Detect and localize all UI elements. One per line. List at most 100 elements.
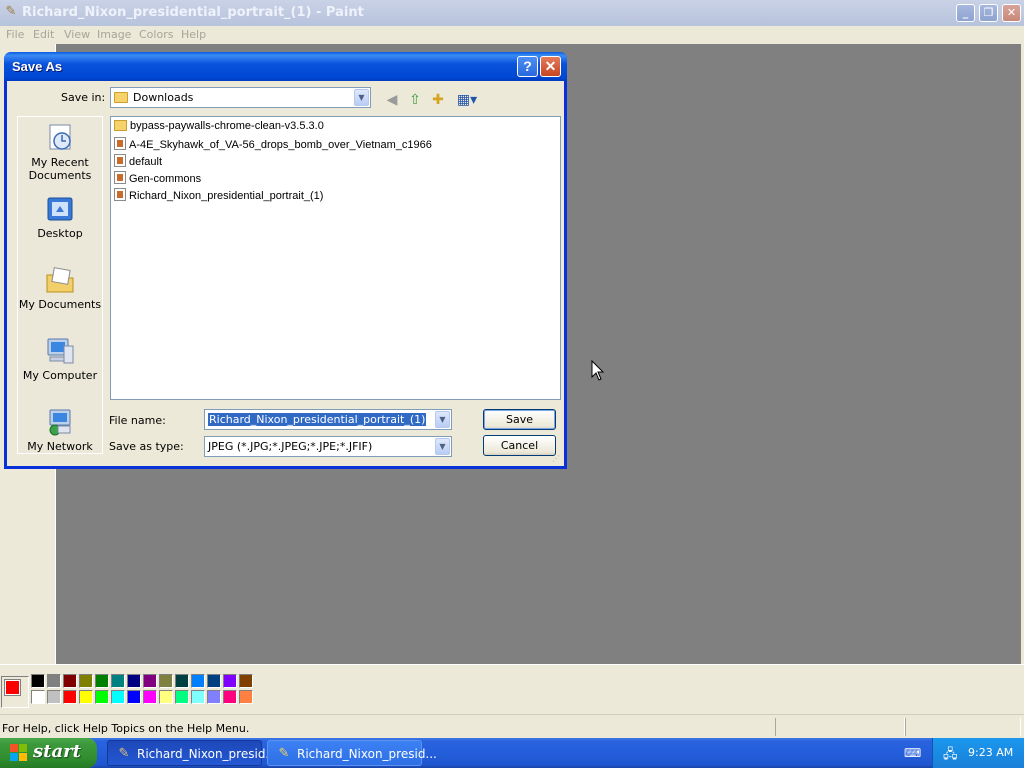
- chevron-down-icon[interactable]: ▼: [435, 411, 450, 428]
- restore-button[interactable]: ❐: [979, 4, 998, 22]
- menu-colors[interactable]: Colors: [139, 28, 173, 41]
- mouse-cursor-icon: [591, 360, 605, 381]
- color-swatch[interactable]: [63, 690, 77, 704]
- taskbar: start ✎ Richard_Nixon_presid... ✎ Richar…: [0, 738, 1024, 768]
- image-file-icon: [114, 154, 126, 167]
- color-swatch[interactable]: [111, 690, 125, 704]
- new-folder-icon[interactable]: ✚: [428, 90, 448, 110]
- menu-file[interactable]: File: [6, 28, 24, 41]
- file-name: bypass-paywalls-chrome-clean-v3.5.3.0: [130, 120, 324, 132]
- place-desktop[interactable]: Desktop: [18, 194, 102, 240]
- save-as-type-select[interactable]: JPEG (*.JPG;*.JPEG;*.JPE;*.JFIF) ▼: [204, 436, 452, 457]
- color-swatch[interactable]: [31, 674, 45, 688]
- save-as-type-value: JPEG (*.JPG;*.JPEG;*.JPE;*.JFIF): [208, 440, 373, 453]
- color-swatch[interactable]: [239, 690, 253, 704]
- save-in-label: Save in:: [61, 91, 106, 104]
- file-name-input[interactable]: Richard_Nixon_presidential_portrait_(1) …: [204, 409, 452, 430]
- dialog-titlebar[interactable]: Save As ? ✕: [4, 52, 567, 81]
- place-my-computer[interactable]: My Computer: [18, 336, 102, 382]
- menu-view[interactable]: View: [64, 28, 90, 41]
- foreground-color-swatch: [4, 679, 21, 696]
- color-swatch[interactable]: [191, 690, 205, 704]
- clock[interactable]: 9:23 AM: [968, 746, 1013, 759]
- color-swatch[interactable]: [143, 674, 157, 688]
- color-swatch[interactable]: [31, 690, 45, 704]
- place-label: Desktop: [37, 227, 83, 240]
- color-swatch[interactable]: [79, 690, 93, 704]
- color-swatch[interactable]: [111, 674, 125, 688]
- color-swatch[interactable]: [175, 690, 189, 704]
- file-name: A-4E_Skyhawk_of_VA-56_drops_bomb_over_Vi…: [129, 139, 432, 151]
- color-palette: [0, 664, 1024, 714]
- start-label: start: [33, 741, 81, 762]
- chevron-down-icon[interactable]: ▼: [435, 438, 450, 455]
- status-cell-position: [775, 718, 905, 736]
- paint-app-icon: ✎: [5, 4, 17, 19]
- list-item[interactable]: A-4E_Skyhawk_of_VA-56_drops_bomb_over_Vi…: [114, 137, 432, 152]
- color-swatch[interactable]: [47, 690, 61, 704]
- start-button[interactable]: start: [0, 738, 97, 768]
- folder-icon: [114, 120, 127, 131]
- color-swatch[interactable]: [127, 674, 141, 688]
- color-swatch[interactable]: [223, 674, 237, 688]
- save-in-select[interactable]: Downloads ▼: [110, 87, 371, 108]
- place-label: My Documents: [18, 298, 102, 311]
- color-swatch[interactable]: [175, 674, 189, 688]
- taskbar-item-save-as[interactable]: ✎ Richard_Nixon_presid...: [267, 740, 437, 766]
- list-item[interactable]: bypass-paywalls-chrome-clean-v3.5.3.0: [114, 120, 324, 135]
- image-file-icon: [114, 171, 126, 184]
- color-swatch[interactable]: [223, 690, 237, 704]
- help-button[interactable]: ?: [517, 56, 538, 77]
- color-swatch[interactable]: [63, 674, 77, 688]
- my-documents-icon: [44, 265, 76, 295]
- chevron-down-icon[interactable]: ▼: [354, 89, 369, 106]
- list-item[interactable]: default: [114, 154, 162, 169]
- save-as-dialog: Save As ? ✕ Save in: Downloads ▼ ◀ ⇧ ✚ ▦…: [4, 52, 567, 469]
- my-computer-icon: [44, 336, 76, 366]
- place-my-recent-documents[interactable]: My Recent Documents: [18, 123, 102, 182]
- close-button[interactable]: ✕: [1002, 4, 1021, 22]
- place-my-documents[interactable]: My Documents: [18, 265, 102, 311]
- color-swatch[interactable]: [207, 674, 221, 688]
- color-swatch[interactable]: [47, 674, 61, 688]
- menu-help[interactable]: Help: [181, 28, 206, 41]
- menu-image[interactable]: Image: [97, 28, 131, 41]
- color-swatch[interactable]: [95, 690, 109, 704]
- app-titlebar[interactable]: ✎ Richard_Nixon_presidential_portrait_(1…: [0, 0, 1024, 26]
- save-in-value: Downloads: [133, 91, 194, 104]
- color-swatch[interactable]: [79, 674, 93, 688]
- up-folder-icon[interactable]: ⇧: [405, 90, 425, 110]
- color-swatch[interactable]: [95, 674, 109, 688]
- file-name: Gen-commons: [129, 173, 202, 185]
- save-button[interactable]: Save: [483, 409, 556, 430]
- menu-edit[interactable]: Edit: [33, 28, 54, 41]
- keyboard-icon[interactable]: ⌨: [904, 746, 921, 760]
- paint-app-icon: ✎: [118, 746, 130, 761]
- back-icon[interactable]: ◀: [382, 90, 402, 110]
- color-swatch[interactable]: [127, 690, 141, 704]
- color-swatch[interactable]: [159, 674, 173, 688]
- app-title: Richard_Nixon_presidential_portrait_(1) …: [22, 5, 364, 20]
- file-name-value: Richard_Nixon_presidential_portrait_(1): [208, 413, 427, 426]
- network-icon[interactable]: 🖧: [943, 745, 958, 767]
- place-my-network[interactable]: My Network: [18, 407, 102, 453]
- color-swatch[interactable]: [207, 690, 221, 704]
- file-name: default: [129, 156, 163, 168]
- image-file-icon: [114, 137, 126, 150]
- color-swatch[interactable]: [159, 690, 173, 704]
- views-menu-icon[interactable]: ▦▾: [454, 90, 480, 110]
- color-swatch[interactable]: [143, 690, 157, 704]
- dialog-close-button[interactable]: ✕: [540, 56, 561, 77]
- file-list[interactable]: bypass-paywalls-chrome-clean-v3.5.3.0 A-…: [110, 116, 561, 400]
- resize-grip-icon[interactable]: ⋰: [552, 454, 562, 464]
- color-swatch[interactable]: [239, 674, 253, 688]
- list-item[interactable]: Gen-commons: [114, 171, 201, 186]
- cancel-button[interactable]: Cancel: [483, 435, 556, 456]
- minimize-button[interactable]: _: [956, 4, 975, 22]
- color-swatch[interactable]: [191, 674, 205, 688]
- list-item[interactable]: Richard_Nixon_presidential_portrait_(1): [114, 188, 323, 203]
- status-message: For Help, click Help Topics on the Help …: [2, 722, 250, 735]
- folder-icon: [114, 92, 128, 103]
- taskbar-item-paint[interactable]: ✎ Richard_Nixon_presid...: [107, 740, 277, 766]
- current-colors[interactable]: [1, 676, 29, 708]
